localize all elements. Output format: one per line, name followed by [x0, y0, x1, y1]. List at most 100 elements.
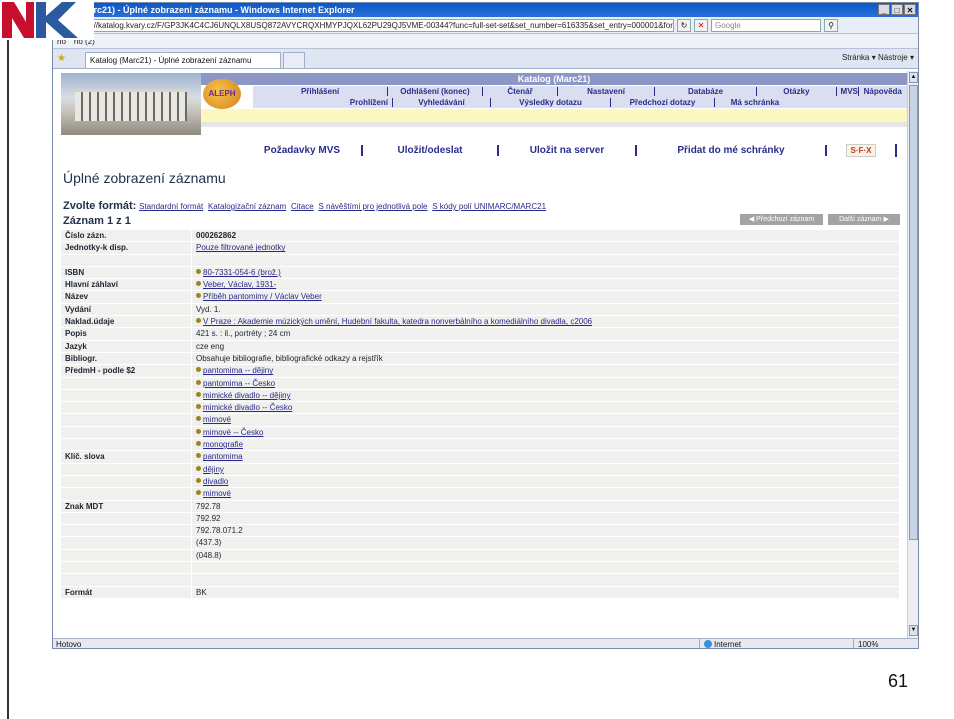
record-field-value: mimové — [192, 414, 899, 426]
record-link[interactable]: mimové — [203, 489, 231, 498]
record-field-label: Znak MDT — [61, 500, 191, 512]
format-standard-link[interactable]: Standardní formát — [139, 202, 203, 211]
record-link[interactable]: dějiny — [203, 465, 224, 474]
record-row: mimové — [61, 488, 899, 501]
scroll-thumb[interactable] — [909, 85, 918, 540]
menu-databases[interactable]: Databáze — [655, 87, 758, 96]
bullet-icon — [196, 367, 201, 373]
record-link[interactable]: mimové — [203, 415, 231, 424]
minimize-button[interactable]: _ — [878, 4, 890, 15]
action-add-to-basket[interactable]: Přidat do mé schránky — [637, 145, 827, 156]
record-field-value: Veber, Václav, 1931- — [192, 279, 899, 291]
links-bar: no no (2) — [53, 34, 918, 49]
record-value-text: 792.78.071.2 — [196, 526, 243, 536]
search-input[interactable]: Google — [711, 18, 821, 32]
new-tab-button[interactable] — [283, 52, 305, 68]
slide-border — [7, 0, 9, 719]
record-field-value: BK — [192, 586, 899, 598]
header-stripe — [201, 122, 907, 127]
record-field-value: 000262862 — [192, 230, 899, 242]
record-link[interactable]: divadlo — [203, 477, 228, 486]
record-value-text: (048.8) — [196, 550, 222, 560]
record-row: Znak MDT 792.78 — [61, 500, 899, 513]
menu-results[interactable]: Výsledky dotazu — [491, 98, 611, 107]
record-link[interactable]: monografie — [203, 440, 243, 449]
window-title: alog (Marc21) - Úplné zobrazení záznamu … — [57, 5, 355, 15]
record-value-text: 792.78 — [196, 501, 221, 511]
record-field-label: Číslo zázn. — [61, 230, 191, 242]
zoom-level[interactable]: 100% — [853, 639, 878, 648]
record-field-label: Název — [61, 291, 191, 303]
record-value-text: 792.92 — [196, 513, 221, 523]
record-link[interactable]: Příběh pantomimy / Václav Veber — [203, 292, 322, 301]
record-field-value: V Praze : Akademie múzických umění, Hude… — [192, 316, 899, 328]
record-link[interactable]: 80-7331-054-6 (brož.) — [203, 268, 281, 277]
maximize-button[interactable]: □ — [891, 4, 903, 15]
action-save-server[interactable]: Uložit na server — [499, 145, 637, 156]
record-link[interactable]: mimické divadlo -- Česko — [203, 403, 292, 412]
main-menu: Přihlášení Odhlášení (konec) Čtenář Nast… — [253, 86, 907, 97]
scroll-down-icon[interactable]: ▼ — [909, 625, 918, 636]
record-field-label: Bibliogr. — [61, 352, 191, 365]
menu-browse[interactable]: Prohlížení — [253, 98, 393, 107]
record-row: Naklad.údaje V Praze : Akademie múzických… — [61, 316, 899, 329]
refresh-icon[interactable]: ↻ — [677, 18, 691, 32]
address-bar[interactable]: http://katalog.kvary.cz/F/GP3JK4C4CJ6UNQ… — [74, 18, 674, 32]
record-value-text: 421 s. : il., portréty ; 24 cm — [196, 329, 291, 339]
record-link[interactable]: mimové -- Česko — [203, 428, 263, 437]
record-link[interactable]: pantomima — [203, 452, 243, 461]
close-button[interactable]: ✕ — [904, 4, 916, 15]
record-row: pantomima -- Česko — [61, 377, 899, 390]
window-title-bar: alog (Marc21) - Úplné zobrazení záznamu … — [53, 3, 918, 17]
format-catalog-link[interactable]: Katalogizační záznam — [208, 202, 286, 211]
record-row: Číslo zázn. 000262862 — [61, 230, 899, 243]
format-marc-link[interactable]: S kódy polí UNIMARC/MARC21 — [432, 202, 546, 211]
action-mvs-requests[interactable]: Požadavky MVS — [53, 145, 363, 156]
record-link[interactable]: pantomima -- dějiny — [203, 366, 273, 375]
menu-search[interactable]: Vyhledávání — [393, 98, 491, 107]
bullet-icon — [196, 391, 201, 397]
menu-logout[interactable]: Odhlášení (konec) — [388, 87, 483, 96]
format-citation-link[interactable]: Citace — [291, 202, 314, 211]
search-icon[interactable]: ⚲ — [824, 18, 838, 32]
menu-help[interactable]: Nápověda — [859, 87, 907, 96]
format-label: Zvolte formát: — [63, 200, 137, 212]
action-save-send[interactable]: Uložit/odeslat — [363, 145, 499, 156]
bullet-icon — [196, 428, 201, 434]
menu-my-basket[interactable]: Má schránka — [715, 98, 795, 107]
menu-login[interactable]: Přihlášení — [253, 87, 389, 96]
bullet-icon — [196, 293, 201, 299]
catalog-title: Katalog (Marc21) — [201, 73, 907, 85]
previous-record-button[interactable]: ◀ Předchozí záznam — [740, 214, 823, 225]
next-record-button[interactable]: Další záznam ▶ — [828, 214, 900, 225]
record-field-label: Klíč. slova — [61, 451, 191, 463]
header-band — [201, 109, 907, 122]
format-labels-link[interactable]: S návěštími pro jednotlivá pole — [318, 202, 427, 211]
menu-settings[interactable]: Nastavení — [558, 87, 655, 96]
record-row — [61, 562, 899, 575]
favorites-icon[interactable]: ★ — [57, 53, 85, 64]
menu-questions[interactable]: Otázky — [757, 87, 837, 96]
record-link[interactable]: mimické divadlo -- dějiny — [203, 391, 291, 400]
menu-reader[interactable]: Čtenář — [483, 87, 559, 96]
command-bar[interactable]: Stránka ▾ Nástroje ▾ — [842, 53, 914, 62]
record-field-value — [192, 254, 899, 266]
vertical-scrollbar[interactable]: ▲ ▼ — [907, 71, 918, 638]
record-link[interactable]: pantomima -- Česko — [203, 379, 275, 388]
sfx-button[interactable]: S·F·X — [845, 144, 877, 157]
record-link[interactable]: V Praze : Akademie múzických umění, Hude… — [203, 317, 592, 326]
menu-previous-queries[interactable]: Předchozí dotazy — [611, 98, 715, 107]
tab-catalog[interactable]: Katalog (Marc21) - Úplné zobrazení zázna… — [85, 52, 281, 68]
aleph-logo[interactable]: ALEPH — [203, 79, 241, 109]
record-link[interactable]: Veber, Václav, 1931- — [203, 280, 276, 289]
record-field-value: 792.78 — [192, 500, 899, 512]
menu-mvs[interactable]: MVS — [837, 87, 859, 96]
record-row — [61, 254, 899, 267]
stop-icon[interactable]: ✕ — [694, 18, 708, 32]
bullet-icon — [196, 268, 201, 274]
record-field-label — [61, 426, 191, 439]
record-link[interactable]: Pouze filtrované jednotky — [196, 243, 285, 252]
record-row: divadlo — [61, 475, 899, 489]
record-row: 792.92 — [61, 512, 899, 526]
scroll-up-icon[interactable]: ▲ — [909, 72, 918, 83]
